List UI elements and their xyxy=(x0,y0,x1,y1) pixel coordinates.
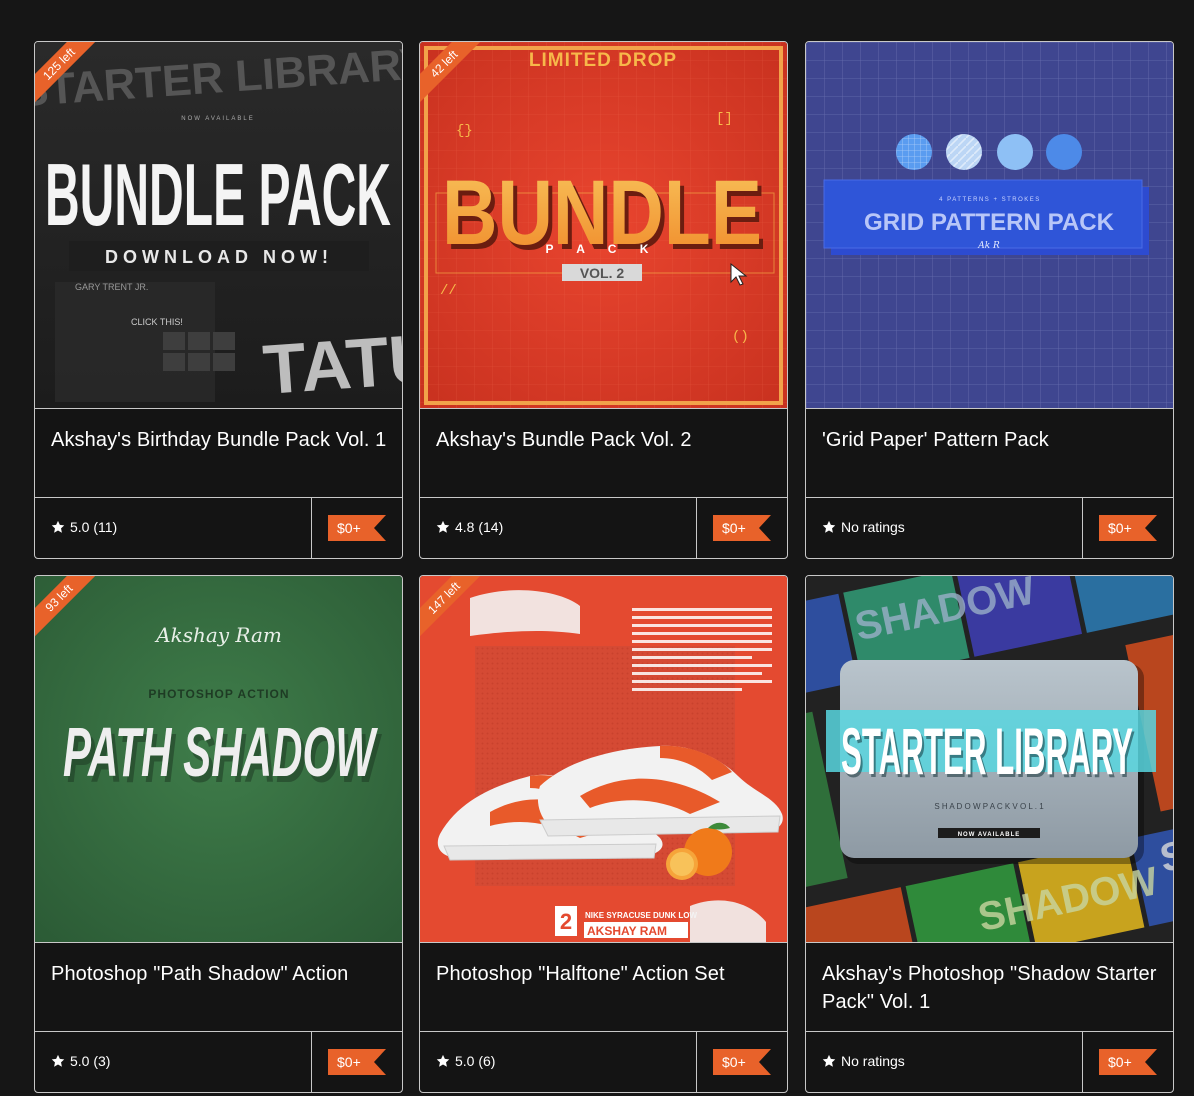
rating-text: 5.0 (3) xyxy=(70,1053,111,1069)
price-label: $0+ xyxy=(1108,520,1132,536)
product-title[interactable]: Akshay's Birthday Bundle Pack Vol. 1 xyxy=(51,426,388,454)
product-title[interactable]: 'Grid Paper' Pattern Pack xyxy=(822,426,1159,454)
product-rating: 5.0 (3) xyxy=(51,1053,110,1069)
product-card[interactable]: 2 NIKE SYRACUSE DUNK LOW AKSHAY RAM 147 … xyxy=(419,575,788,1093)
product-title[interactable]: Photoshop "Path Shadow" Action xyxy=(51,960,388,988)
price-cell[interactable]: $0+ xyxy=(311,498,402,558)
rating-text: No ratings xyxy=(841,1053,905,1069)
product-rating: 5.0 (6) xyxy=(436,1053,495,1069)
svg-text:{}: {} xyxy=(456,123,473,139)
product-rating: 5.0 (11) xyxy=(51,519,117,535)
product-footer: 5.0 (3) $0+ xyxy=(35,1031,402,1092)
product-title[interactable]: Akshay's Photoshop "Shadow Starter Pack"… xyxy=(822,960,1159,1016)
product-footer: 5.0 (11) $0+ xyxy=(35,497,402,558)
product-rating: 4.8 (14) xyxy=(436,519,503,535)
rating-text: No ratings xyxy=(841,519,905,535)
price-cell[interactable]: $0+ xyxy=(311,1032,402,1092)
svg-text:S H A D O W P A C K V O L: S H A D O W P A C K V O L . 1 xyxy=(934,802,1044,811)
price-label: $0+ xyxy=(722,1054,746,1070)
product-thumbnail[interactable]: Akshay Ram PHOTOSHOP ACTION PATH SHADOW … xyxy=(35,576,402,943)
svg-text:AKSHAY RAM: AKSHAY RAM xyxy=(587,924,667,938)
star-icon xyxy=(822,1054,836,1067)
product-thumbnail[interactable]: STARTER LIBRARY NOW AVAILABLE BUNDLE PAC… xyxy=(35,42,402,409)
svg-text:PATH SHADOW: PATH SHADOW xyxy=(63,713,379,791)
star-icon xyxy=(51,1054,65,1067)
svg-text:CLICK THIS!: CLICK THIS! xyxy=(131,317,183,327)
svg-text:GRID PATTERN PACK: GRID PATTERN PACK xyxy=(864,209,1115,236)
price-tag[interactable]: $0+ xyxy=(328,1049,386,1075)
svg-text:TATU: TATU xyxy=(261,319,402,409)
price-cell[interactable]: $0+ xyxy=(1082,1032,1173,1092)
rating-text: 5.0 (11) xyxy=(70,519,118,535)
svg-text:2: 2 xyxy=(560,909,572,934)
price-label: $0+ xyxy=(337,520,361,536)
product-card[interactable]: STARTER LIBRARY NOW AVAILABLE BUNDLE PAC… xyxy=(34,41,403,559)
product-grid: STARTER LIBRARY NOW AVAILABLE BUNDLE PAC… xyxy=(34,41,1174,1096)
product-rating: No ratings xyxy=(822,1053,905,1069)
price-label: $0+ xyxy=(337,1054,361,1070)
price-tag[interactable]: $0+ xyxy=(713,1049,771,1075)
star-icon xyxy=(436,1054,450,1067)
product-title[interactable]: Photoshop "Halftone" Action Set xyxy=(436,960,773,988)
price-tag[interactable]: $0+ xyxy=(713,515,771,541)
svg-text:STARTER LIBRARY: STARTER LIBRARY xyxy=(841,714,1133,788)
price-tag[interactable]: $0+ xyxy=(328,515,386,541)
svg-text://: // xyxy=(440,283,457,299)
price-cell[interactable]: $0+ xyxy=(1082,498,1173,558)
svg-text:P A C K: P A C K xyxy=(546,242,659,256)
product-title[interactable]: Akshay's Bundle Pack Vol. 2 xyxy=(436,426,773,454)
star-icon xyxy=(51,520,65,533)
price-label: $0+ xyxy=(722,520,746,536)
svg-text:NOW AVAILABLE: NOW AVAILABLE xyxy=(958,832,1021,838)
star-icon xyxy=(822,520,836,533)
svg-text:VOL. 2: VOL. 2 xyxy=(580,265,625,281)
product-thumbnail[interactable]: SHADOW SHADOW SHA STARTER LIBRARY STARTE… xyxy=(806,576,1173,943)
svg-text:(): () xyxy=(732,329,749,345)
product-thumbnail[interactable]: 4 PATTERNS + STROKES GRID PATTERN PACK A… xyxy=(806,42,1173,409)
price-tag[interactable]: $0+ xyxy=(1099,1049,1157,1075)
product-thumbnail[interactable]: LIMITED DROP {} [] // () BUNDLE BUNDLE P… xyxy=(420,42,787,409)
product-footer: No ratings $0+ xyxy=(806,497,1173,558)
product-rating: No ratings xyxy=(822,519,905,535)
product-thumbnail[interactable]: 2 NIKE SYRACUSE DUNK LOW AKSHAY RAM xyxy=(420,576,787,943)
rating-text: 5.0 (6) xyxy=(455,1053,496,1069)
svg-text:[]: [] xyxy=(716,111,733,127)
price-label: $0+ xyxy=(1108,1054,1132,1070)
product-footer: No ratings $0+ xyxy=(806,1031,1173,1092)
product-footer: 5.0 (6) $0+ xyxy=(420,1031,787,1092)
svg-text:Akshay Ram: Akshay Ram xyxy=(154,623,282,647)
svg-text:BUNDLE PACK: BUNDLE PACK xyxy=(45,145,391,244)
price-tag[interactable]: $0+ xyxy=(1099,515,1157,541)
svg-text:4 PATTERNS + STROKES: 4 PATTERNS + STROKES xyxy=(939,197,1041,203)
product-card[interactable]: Akshay Ram PHOTOSHOP ACTION PATH SHADOW … xyxy=(34,575,403,1093)
price-cell[interactable]: $0+ xyxy=(696,498,787,558)
rating-text: 4.8 (14) xyxy=(455,519,504,535)
svg-text:PHOTOSHOP ACTION: PHOTOSHOP ACTION xyxy=(148,687,289,701)
price-cell[interactable]: $0+ xyxy=(696,1032,787,1092)
product-card[interactable]: SHADOW SHADOW SHA STARTER LIBRARY STARTE… xyxy=(805,575,1174,1093)
svg-text:DOWNLOAD NOW!: DOWNLOAD NOW! xyxy=(105,247,333,267)
product-footer: 4.8 (14) $0+ xyxy=(420,497,787,558)
svg-text:LIMITED DROP: LIMITED DROP xyxy=(529,50,677,71)
star-icon xyxy=(436,520,450,533)
svg-text:Ak R: Ak R xyxy=(977,241,1000,251)
product-card[interactable]: 4 PATTERNS + STROKES GRID PATTERN PACK A… xyxy=(805,41,1174,559)
svg-text:GARY TRENT JR.: GARY TRENT JR. xyxy=(75,282,148,292)
svg-text:NOW AVAILABLE: NOW AVAILABLE xyxy=(181,116,254,122)
product-card[interactable]: LIMITED DROP {} [] // () BUNDLE BUNDLE P… xyxy=(419,41,788,559)
svg-text:NIKE SYRACUSE DUNK LOW: NIKE SYRACUSE DUNK LOW xyxy=(585,911,697,920)
